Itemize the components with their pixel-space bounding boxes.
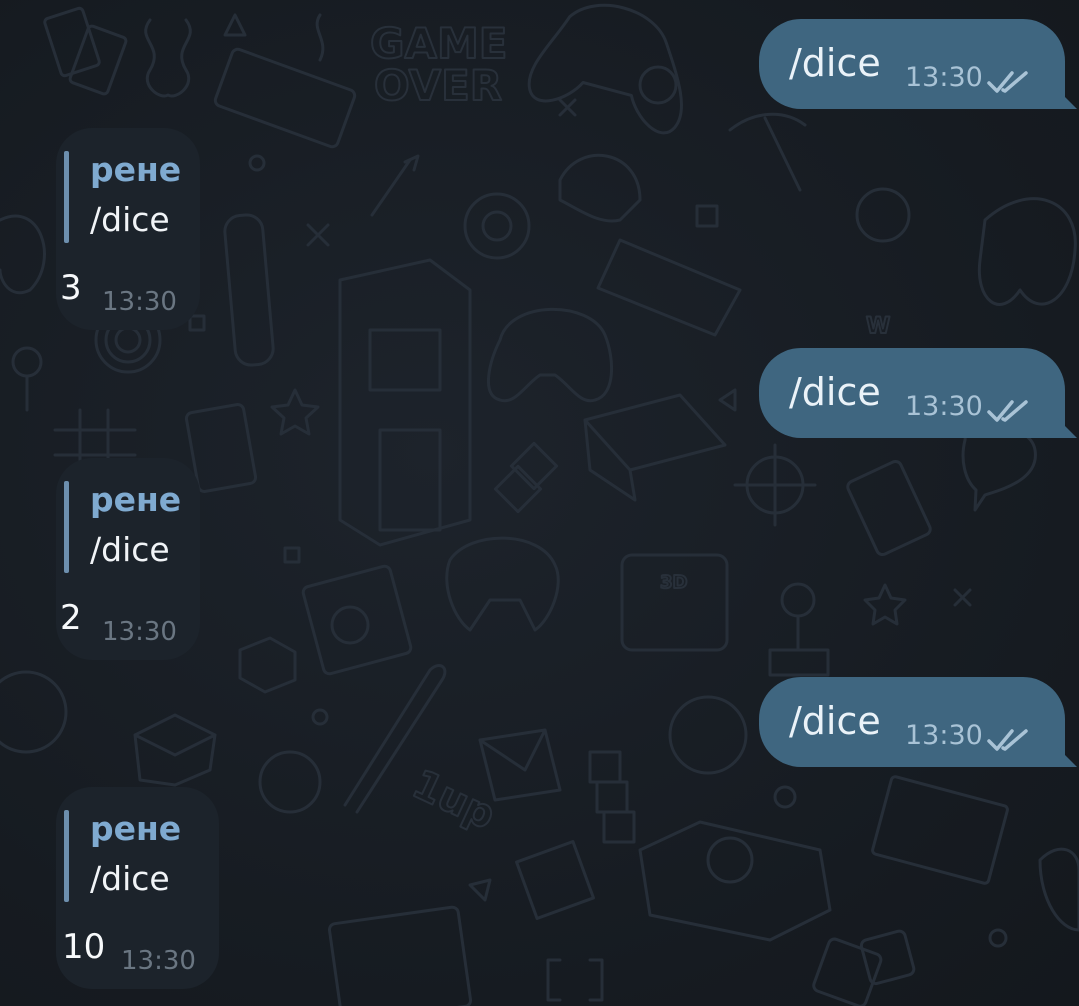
reply-quoted-text[interactable]: /dice xyxy=(90,859,170,898)
message-text: /dice xyxy=(789,370,881,414)
message-text: /dice xyxy=(789,41,881,85)
dice-result: 3 xyxy=(60,268,82,308)
message-time: 13:30 xyxy=(102,287,177,317)
outgoing-message[interactable]: /dice 13:30 xyxy=(759,19,1065,109)
reply-sender-name[interactable]: рене xyxy=(90,809,181,848)
outgoing-message[interactable]: /dice 13:30 xyxy=(759,677,1065,767)
dice-result: 2 xyxy=(60,598,82,638)
double-check-icon xyxy=(987,400,1028,422)
message-time: 13:30 xyxy=(102,617,177,647)
message-time: 13:30 xyxy=(905,62,983,93)
message-time: 13:30 xyxy=(905,720,983,751)
incoming-message[interactable]: рене /dice 3 13:30 xyxy=(56,128,200,330)
outgoing-message[interactable]: /dice 13:30 xyxy=(759,348,1065,438)
reply-sender-name[interactable]: рене xyxy=(90,480,181,519)
reply-accent-bar xyxy=(64,151,69,243)
reply-quoted-text[interactable]: /dice xyxy=(90,530,170,569)
message-time: 13:30 xyxy=(121,946,196,976)
incoming-message[interactable]: рене /dice 2 13:30 xyxy=(56,458,200,660)
reply-accent-bar xyxy=(64,810,69,902)
incoming-message[interactable]: рене /dice 10 13:30 xyxy=(56,787,219,989)
message-text: /dice xyxy=(789,699,881,743)
reply-accent-bar xyxy=(64,481,69,573)
reply-quoted-text[interactable]: /dice xyxy=(90,200,170,239)
reply-sender-name[interactable]: рене xyxy=(90,150,181,189)
dice-result: 10 xyxy=(62,927,106,967)
double-check-icon xyxy=(987,729,1028,751)
double-check-icon xyxy=(987,71,1028,93)
message-time: 13:30 xyxy=(905,391,983,422)
